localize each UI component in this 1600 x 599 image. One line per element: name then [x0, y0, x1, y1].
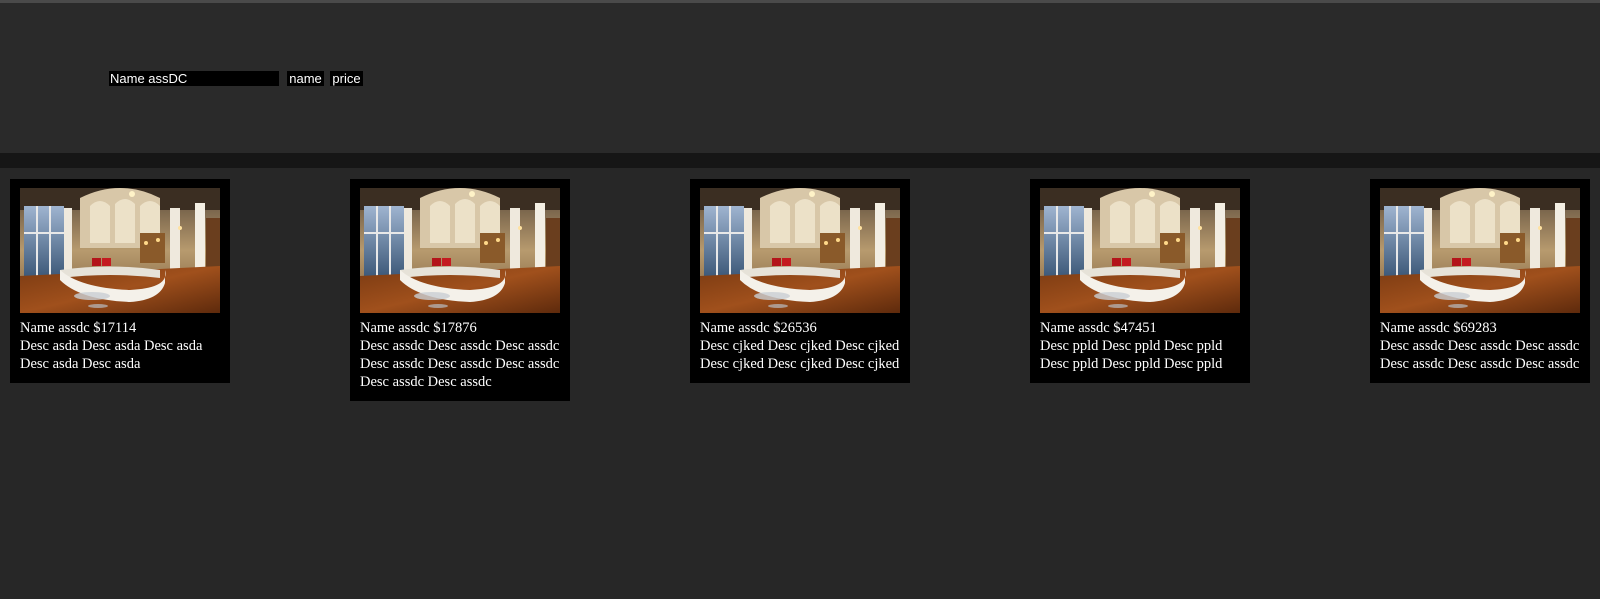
product-title: Name assdc $69283 — [1380, 320, 1497, 336]
sort-by-price-button[interactable]: price — [330, 71, 363, 86]
product-image — [1040, 188, 1240, 313]
sort-by-name-button[interactable]: name — [287, 71, 324, 86]
product-card[interactable]: Name assdc $17876 Desc assdc Desc assdc … — [350, 179, 570, 401]
product-card[interactable]: Name assdc $47451 Desc ppld Desc ppld De… — [1030, 179, 1250, 383]
product-image — [20, 188, 220, 313]
header-divider — [0, 153, 1600, 168]
product-card[interactable]: Name assdc $69283 Desc assdc Desc assdc … — [1370, 179, 1590, 383]
product-title: Name assdc $17114 — [20, 320, 137, 336]
product-card[interactable]: Name assdc $26536 Desc cjked Desc cjked … — [690, 179, 910, 383]
product-description: Desc assdc Desc assdc Desc assdc Desc as… — [360, 338, 560, 390]
product-description: Desc ppld Desc ppld Desc ppld Desc ppld … — [1040, 338, 1223, 372]
product-description: Desc asda Desc asda Desc asda Desc asda … — [20, 338, 203, 372]
product-title: Name assdc $17876 — [360, 320, 477, 336]
search-input[interactable] — [109, 71, 279, 86]
product-description: Desc assdc Desc assdc Desc assdc Desc as… — [1380, 338, 1580, 372]
product-description: Desc cjked Desc cjked Desc cjked Desc cj… — [700, 338, 900, 372]
product-card[interactable]: Name assdc $17114 Desc asda Desc asda De… — [10, 179, 230, 383]
product-image — [360, 188, 560, 313]
product-image — [1380, 188, 1580, 313]
product-title: Name assdc $47451 — [1040, 320, 1157, 336]
product-title: Name assdc $26536 — [700, 320, 817, 336]
product-image — [700, 188, 900, 313]
